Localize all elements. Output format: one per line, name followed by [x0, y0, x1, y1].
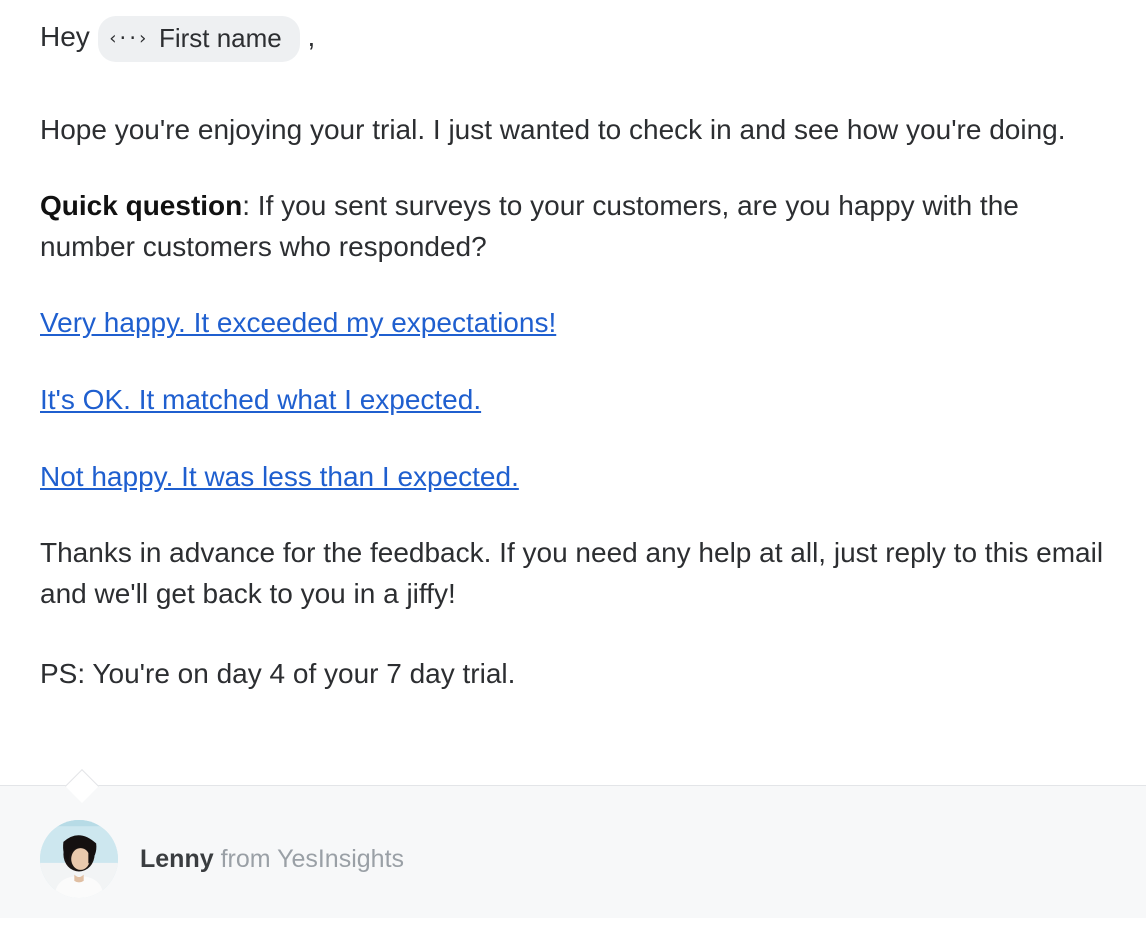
sender-line: Lenny from YesInsights	[140, 845, 404, 874]
merge-tag-first-name[interactable]: ‹··› First name	[98, 16, 300, 62]
sender-from-word: from	[221, 845, 271, 873]
sender-avatar	[40, 820, 118, 898]
greeting-suffix: ,	[308, 21, 316, 52]
sender-footer: Lenny from YesInsights	[0, 785, 1146, 918]
sender-name: Lenny	[140, 845, 214, 873]
greeting-prefix: Hey	[40, 21, 90, 52]
answer-row-1: It's OK. It matched what I expected.	[40, 380, 1106, 421]
answer-link-not-happy[interactable]: Not happy. It was less than I expected.	[40, 461, 519, 492]
merge-tag-label: First name	[159, 20, 282, 58]
ps-paragraph: PS: You're on day 4 of your 7 day trial.	[40, 654, 1106, 695]
answer-link-ok[interactable]: It's OK. It matched what I expected.	[40, 384, 481, 415]
answer-row-2: Not happy. It was less than I expected.	[40, 457, 1106, 498]
greeting-line: Hey ‹··› First name ,	[40, 16, 1106, 62]
answer-row-0: Very happy. It exceeded my expectations!	[40, 303, 1106, 344]
intro-paragraph: Hope you're enjoying your trial. I just …	[40, 110, 1106, 151]
email-preview: Hey ‹··› First name , Hope you're enjoyi…	[0, 0, 1146, 918]
email-body: Hey ‹··› First name , Hope you're enjoyi…	[0, 0, 1146, 785]
question-lead: Quick question	[40, 190, 242, 221]
sender-company: YesInsights	[277, 845, 404, 873]
thanks-paragraph: Thanks in advance for the feedback. If y…	[40, 533, 1106, 614]
question-paragraph: Quick question: If you sent surveys to y…	[40, 186, 1106, 267]
merge-tag-icon: ‹··›	[108, 26, 147, 52]
answer-link-very-happy[interactable]: Very happy. It exceeded my expectations!	[40, 307, 556, 338]
